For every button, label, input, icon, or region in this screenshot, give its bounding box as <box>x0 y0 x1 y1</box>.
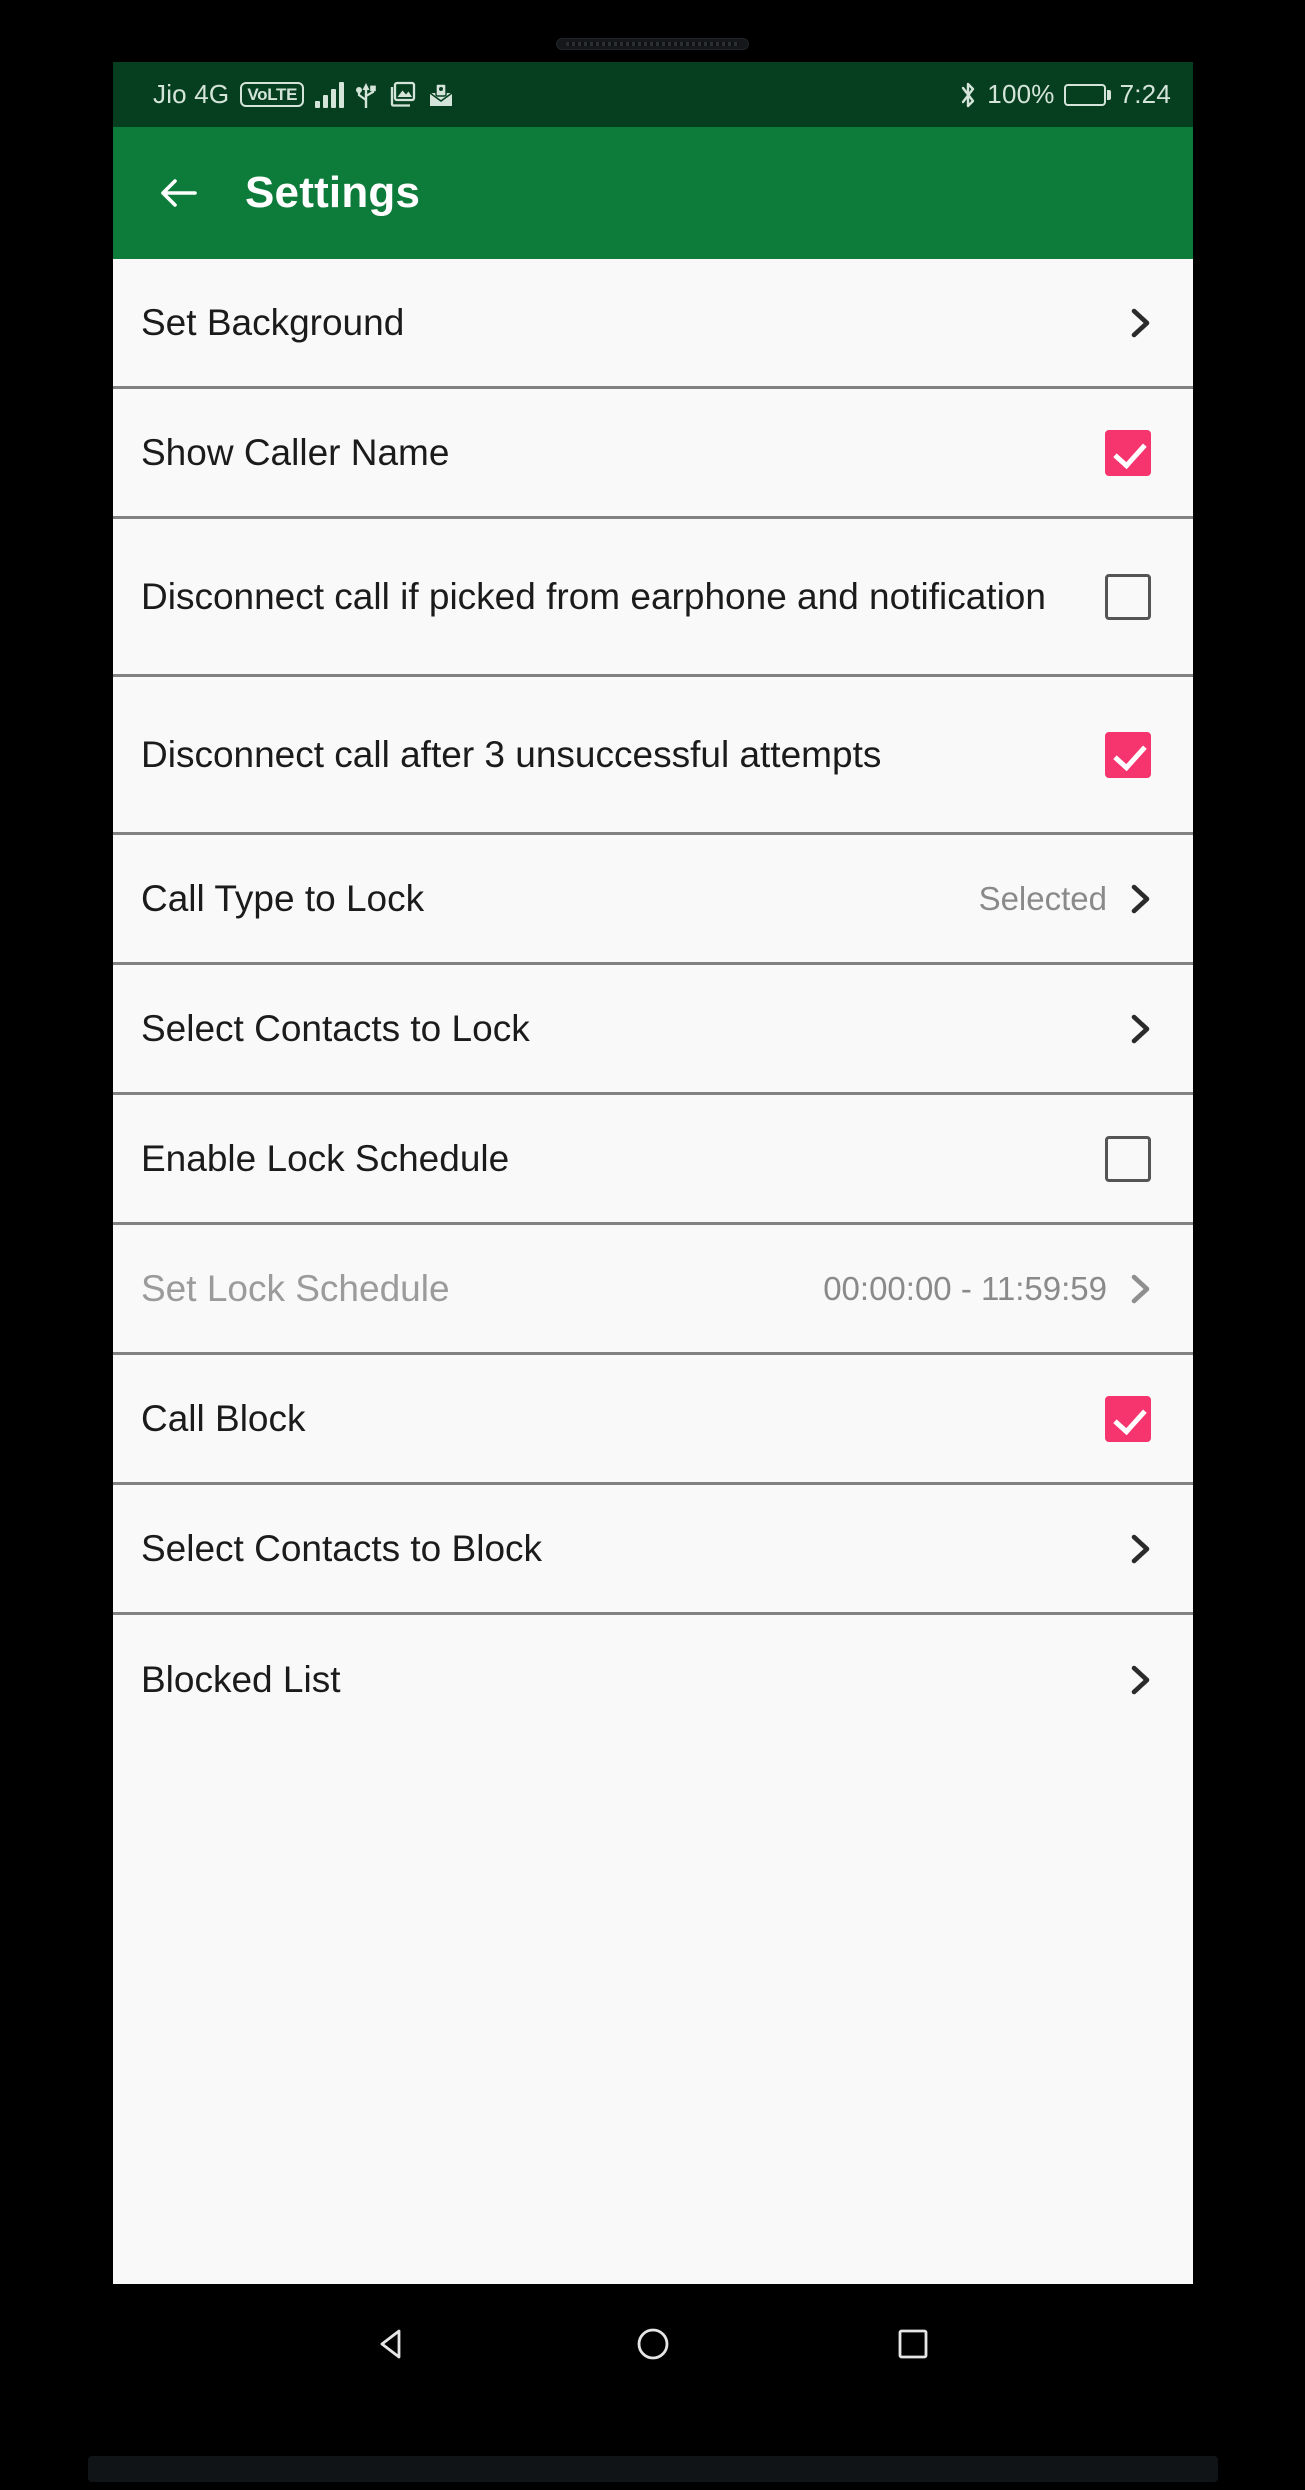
battery-percent-label: 100% <box>987 79 1055 109</box>
settings-row-set-lock-schedule: Set Lock Schedule 00:00:00 - 11:59:59 <box>113 1225 1193 1355</box>
row-value: Selected <box>978 879 1107 917</box>
mail-icon <box>427 81 455 109</box>
back-arrow-icon[interactable] <box>155 170 201 216</box>
settings-row-show-caller-name[interactable]: Show Caller Name <box>113 389 1193 519</box>
status-bar: Jio 4G VoLTE 100% 7:24 <box>113 62 1193 127</box>
battery-icon <box>1063 83 1111 106</box>
settings-row-call-type-to-lock[interactable]: Call Type to Lock Selected <box>113 835 1193 965</box>
row-label: Set Background <box>141 301 405 343</box>
phone-screen: Jio 4G VoLTE 100% 7:24 Settings Set Back… <box>113 62 1193 2284</box>
nav-home-circle-icon[interactable] <box>629 2320 677 2368</box>
row-label: Disconnect call after 3 unsuccessful att… <box>141 733 882 775</box>
row-label: Select Contacts to Lock <box>141 1007 530 1049</box>
row-label: Set Lock Schedule <box>141 1267 450 1309</box>
chevron-right-icon <box>1131 1014 1150 1043</box>
row-label: Disconnect call if picked from earphone … <box>141 575 1046 617</box>
checkbox-disconnect-earphone[interactable] <box>1105 573 1151 620</box>
settings-row-enable-lock-schedule[interactable]: Enable Lock Schedule <box>113 1095 1193 1225</box>
bottom-bezel <box>0 2404 1305 2490</box>
settings-row-set-background[interactable]: Set Background <box>113 259 1193 389</box>
top-bezel <box>0 0 1305 62</box>
row-label: Show Caller Name <box>141 431 450 473</box>
chevron-right-icon <box>1131 1534 1150 1563</box>
bottom-bezel-strip <box>88 2456 1218 2482</box>
checkbox-enable-lock-schedule[interactable] <box>1105 1135 1151 1182</box>
volte-badge: VoLTE <box>240 81 305 108</box>
clock-label: 7:24 <box>1119 79 1171 109</box>
settings-row-disconnect-attempts[interactable]: Disconnect call after 3 unsuccessful att… <box>113 677 1193 835</box>
row-label: Call Block <box>141 1397 306 1439</box>
usb-icon <box>355 81 377 109</box>
row-value: 00:00:00 - 11:59:59 <box>823 1269 1107 1307</box>
settings-row-disconnect-earphone[interactable]: Disconnect call if picked from earphone … <box>113 519 1193 677</box>
checkbox-call-block[interactable] <box>1105 1395 1151 1442</box>
phone-device-frame: Jio 4G VoLTE 100% 7:24 Settings Set Back… <box>0 0 1305 2490</box>
row-label: Blocked List <box>141 1659 341 1701</box>
app-bar: Settings <box>113 127 1193 259</box>
chevron-right-icon <box>1131 1274 1150 1303</box>
gallery-icon <box>388 81 416 109</box>
settings-row-select-contacts-to-block[interactable]: Select Contacts to Block <box>113 1485 1193 1615</box>
row-label: Select Contacts to Block <box>141 1527 543 1569</box>
checkbox-show-caller-name[interactable] <box>1105 429 1151 476</box>
row-label: Call Type to Lock <box>141 877 425 919</box>
page-title: Settings <box>245 168 421 217</box>
bluetooth-icon <box>958 80 978 110</box>
settings-row-call-block[interactable]: Call Block <box>113 1355 1193 1485</box>
nav-back-triangle-icon[interactable] <box>369 2320 417 2368</box>
earpiece-speaker-mesh <box>566 42 739 46</box>
chevron-right-icon <box>1131 1665 1150 1695</box>
android-navigation-bar <box>113 2284 1193 2404</box>
signal-bars-icon <box>315 81 345 108</box>
chevron-right-icon <box>1131 884 1150 913</box>
nav-recents-square-icon[interactable] <box>889 2320 937 2368</box>
carrier-label: Jio 4G <box>153 79 230 109</box>
checkbox-disconnect-attempts[interactable] <box>1105 731 1151 778</box>
chevron-right-icon <box>1131 308 1150 337</box>
settings-list: Set Background Show Caller Name Disconne… <box>113 259 1193 2284</box>
settings-row-select-contacts-to-lock[interactable]: Select Contacts to Lock <box>113 965 1193 1095</box>
settings-row-blocked-list[interactable]: Blocked List <box>113 1615 1193 1745</box>
status-bar-left: Jio 4G VoLTE <box>153 79 958 110</box>
row-label: Enable Lock Schedule <box>141 1137 510 1179</box>
status-bar-right: 100% 7:24 <box>958 79 1171 110</box>
